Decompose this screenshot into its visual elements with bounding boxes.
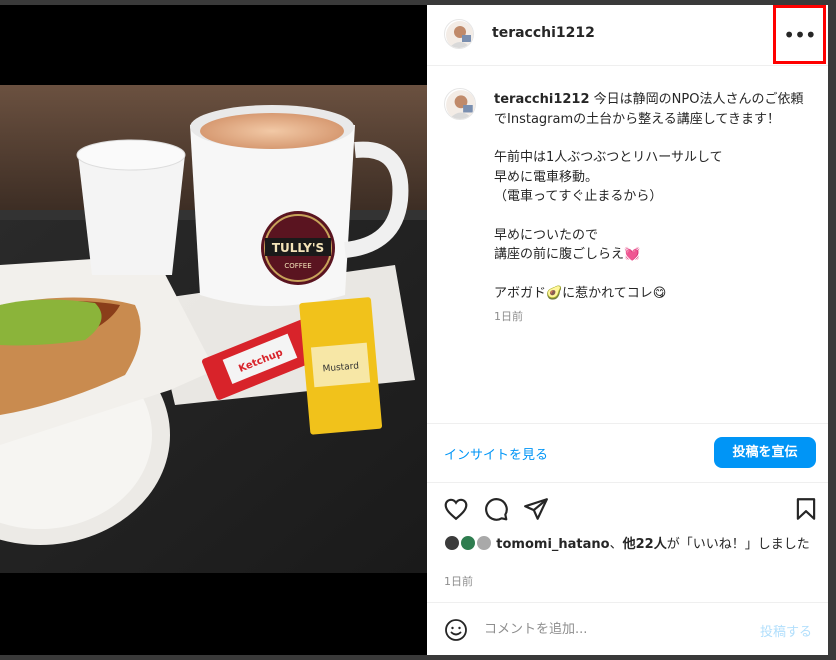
likes-suffix: が「いいね！」しました bbox=[666, 537, 810, 552]
likes-separator: 、 bbox=[609, 537, 623, 552]
caption-text: teracchi1212 今日は静岡のNPO法人さんのご依頼でInstagram… bbox=[494, 90, 809, 327]
food-photo-illustration: TULLY'S COFFEE Ketchup Mustard bbox=[0, 5, 427, 655]
caption-avatar[interactable] bbox=[444, 88, 476, 120]
liker-avatar bbox=[460, 535, 477, 551]
post-header: teracchi1212 ••• bbox=[427, 5, 828, 66]
likes-summary: tomomi_hatano、他22人が「いいね！」しました bbox=[444, 535, 819, 554]
insights-bar: インサイトを見る 投稿を宣伝 bbox=[427, 423, 828, 483]
post-photo[interactable]: TULLY'S COFFEE Ketchup Mustard bbox=[0, 5, 427, 655]
caption-line: （電車ってすぐ止まるから） bbox=[494, 189, 663, 204]
caption-paragraph-2: 午前中は1人ぶつぶつとリハーサルして 早めに電車移動。 （電車ってすぐ止まるから… bbox=[494, 148, 809, 207]
cup-logo-sub-text: COFFEE bbox=[284, 262, 311, 270]
caption-paragraph-3: 早めについたので 講座の前に腹ごしらえ💓 bbox=[494, 226, 809, 265]
avatar-icon bbox=[446, 90, 475, 119]
liker-username[interactable]: tomomi_hatano bbox=[496, 537, 609, 552]
emoji-smile-icon[interactable] bbox=[444, 618, 468, 642]
likes-others-link[interactable]: 他22人 bbox=[623, 537, 667, 552]
caption-line: 早めについたので bbox=[494, 227, 599, 243]
share-icon[interactable] bbox=[523, 496, 549, 522]
post-side-panel: teracchi1212 ••• teracchi1212 今日は静岡のNPO法… bbox=[427, 5, 828, 655]
avatar-icon bbox=[446, 21, 473, 48]
caption-line: アボガド🥑に惹かれてコレ😋 bbox=[494, 285, 667, 301]
post-comment-button[interactable]: 投稿する bbox=[760, 621, 812, 640]
cup-logo-text: TULLY'S bbox=[272, 241, 324, 255]
liker-avatars[interactable] bbox=[444, 535, 493, 554]
heart-icon[interactable] bbox=[443, 496, 469, 522]
post-author-username[interactable]: teracchi1212 bbox=[492, 25, 595, 41]
comment-bar: 投稿する bbox=[427, 602, 828, 656]
liker-avatar bbox=[444, 535, 460, 551]
caption-username[interactable]: teracchi1212 bbox=[494, 92, 590, 107]
post-date[interactable]: 1日前 bbox=[444, 573, 473, 589]
comment-input[interactable] bbox=[484, 617, 724, 641]
caption-line: 午前中は1人ぶつぶつとリハーサルして bbox=[494, 150, 723, 165]
more-options-button[interactable]: ••• bbox=[773, 5, 826, 64]
bookmark-icon[interactable] bbox=[793, 496, 819, 522]
caption-area: teracchi1212 今日は静岡のNPO法人さんのご依頼でInstagram… bbox=[427, 66, 828, 423]
promote-post-button[interactable]: 投稿を宣伝 bbox=[714, 437, 816, 468]
view-insights-link[interactable]: インサイトを見る bbox=[444, 444, 548, 463]
liker-avatar bbox=[476, 535, 493, 551]
post-modal: TULLY'S COFFEE Ketchup Mustard teracchi1… bbox=[0, 0, 836, 660]
avatar[interactable] bbox=[444, 19, 474, 49]
comment-icon[interactable] bbox=[483, 496, 509, 522]
more-horizontal-icon: ••• bbox=[783, 22, 816, 47]
caption-timestamp[interactable]: 1日前 bbox=[494, 307, 809, 327]
caption-line: 講座の前に腹ごしらえ💓 bbox=[494, 247, 641, 262]
post-actions bbox=[427, 482, 828, 532]
caption-line: 早めに電車移動。 bbox=[494, 169, 599, 185]
